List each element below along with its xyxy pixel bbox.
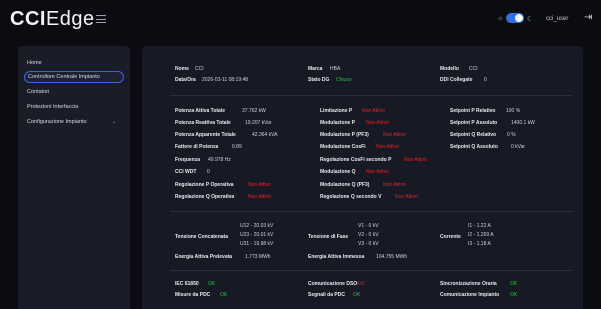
potenza-apparente-label: Potenza Apparente Totale bbox=[175, 132, 236, 138]
regolazione-cosfi-label: Regolazione CosFi secondo P bbox=[320, 157, 392, 163]
pdc-label: Misure da PDC bbox=[175, 292, 211, 298]
setpoint-p-abs-label: Setpoint P Assoluto bbox=[450, 120, 498, 126]
modulazione-cosfi-value: Non Attivo bbox=[376, 144, 399, 150]
ddi-value: 0 bbox=[484, 77, 487, 83]
energia-immessa-value: 104.755 MWh bbox=[376, 254, 408, 260]
i3-value: I3 - 1.18 A bbox=[468, 241, 491, 247]
limitazione-p-label: Limitazione P bbox=[320, 108, 353, 114]
dso-status: KO bbox=[357, 281, 365, 287]
tensione-concatenata-label: Tensione Concatenata bbox=[175, 234, 228, 240]
frequenza-value: 49.978 Hz bbox=[208, 157, 231, 163]
sync-status: OK bbox=[510, 281, 518, 287]
dataora-label: Data/Ora bbox=[175, 77, 196, 83]
u31-value: U31 - 19.98 kV bbox=[240, 241, 274, 247]
potenza-attiva-value: 37.762 kW bbox=[242, 108, 266, 114]
sidebar-item-protezioni-interfaccia[interactable]: Protezioni Interfaccia bbox=[24, 101, 124, 113]
regolazione-q-label: Regolazione Q Operativa bbox=[175, 194, 235, 200]
sun-icon: ☼ bbox=[497, 15, 504, 22]
statodg-value: Chiuso bbox=[336, 77, 352, 83]
logout-icon[interactable]: ⇥ bbox=[584, 12, 592, 23]
v3-value: V3 - 0 kV bbox=[358, 241, 379, 247]
tensione-fase-label: Tensione di Fase bbox=[308, 234, 349, 240]
pdc-status: OK bbox=[220, 292, 228, 298]
u12-value: U12 - 20.03 kV bbox=[240, 223, 274, 229]
app-logo[interactable]: CCIEdge bbox=[10, 8, 95, 31]
regolazione-q-value: Non Attivo bbox=[248, 194, 271, 200]
i1-value: I1 - 1.22 A bbox=[468, 223, 491, 229]
fattore-potenza-value: 0.89 bbox=[232, 144, 242, 150]
corrente-label: Corrente bbox=[440, 234, 461, 240]
chevron-down-icon: ⌄ bbox=[111, 119, 116, 125]
nome-label: Nome bbox=[175, 66, 189, 72]
theme-toggle[interactable] bbox=[506, 13, 524, 23]
impianto-label: Comunicazione Impianto bbox=[440, 292, 500, 298]
nome-value: CCI bbox=[195, 66, 204, 72]
username: cci_user bbox=[546, 16, 569, 22]
divider bbox=[170, 211, 572, 212]
sidebar-item-home[interactable]: Home bbox=[24, 57, 124, 69]
modulazione-p-label: Modulazione P bbox=[320, 120, 355, 126]
setpoint-p-rel-label: Setpoint P Relativo bbox=[450, 108, 496, 114]
setpoint-q-abs-label: Setpoint Q Assoluto bbox=[450, 144, 498, 150]
regolazione-q-v-value: Non Attivo bbox=[395, 194, 418, 200]
modulazione-q-label: Modulazione Q bbox=[320, 169, 356, 175]
cci-wdt-value: 0 bbox=[207, 169, 210, 175]
sync-label: Sincronizzazione Oraria bbox=[440, 281, 497, 287]
setpoint-q-rel-label: Setpoint Q Relativo bbox=[450, 132, 497, 138]
u23-value: U23 - 20.01 kV bbox=[240, 232, 274, 238]
energia-prelevata-value: 1.773 MWh bbox=[245, 254, 271, 260]
setpoint-p-rel-value: 100 % bbox=[506, 108, 521, 114]
setpoint-p-abs-value: 1400.1 kW bbox=[511, 120, 535, 126]
modulazione-q-pf3-label: Modulazione Q (PF3) bbox=[320, 182, 370, 188]
dataora-value: 2026-03-11 08:19:48 bbox=[202, 77, 249, 83]
potenza-apparente-value: 42.364 kVA bbox=[252, 132, 278, 138]
iec-status: OK bbox=[208, 281, 216, 287]
sidebar-item-configurazione-impianto[interactable]: Configurazione Impianto ⌄ bbox=[24, 116, 124, 128]
regolazione-cosfi-value: Non Attivo bbox=[404, 157, 427, 163]
limitazione-p-value: Non Attivo bbox=[362, 108, 385, 114]
segnali-label: Segnali da PDC bbox=[308, 292, 345, 298]
modulazione-p-pf3-value: Non Attivo bbox=[383, 132, 406, 138]
regolazione-p-label: Regolazione P Operativa bbox=[175, 182, 234, 188]
divider bbox=[170, 95, 572, 96]
setpoint-q-abs-value: 0 kVar bbox=[511, 144, 526, 150]
segnali-status: OK bbox=[353, 292, 361, 298]
modulazione-p-value: Non Attivo bbox=[366, 120, 389, 126]
potenza-reattiva-label: Potenza Reattiva Totale bbox=[175, 120, 231, 126]
modulazione-p-pf3-label: Modulazione P (PF3) bbox=[320, 132, 369, 138]
marca-value: HBA bbox=[330, 66, 341, 72]
top-bar: CCIEdge ☼ ☾ cci_user ⇥ bbox=[0, 0, 601, 40]
sidebar-item-contatori[interactable]: Contatori bbox=[24, 86, 124, 98]
ddi-label: DDI Collegate bbox=[440, 77, 473, 83]
potenza-attiva-label: Potenza Attiva Totale bbox=[175, 108, 226, 114]
i2-value: I2 - 1.269 A bbox=[468, 232, 494, 238]
potenza-reattiva-value: 19.207 kVar bbox=[245, 120, 272, 126]
energia-prelevata-label: Energia Attiva Prelevata bbox=[175, 254, 233, 260]
cci-wdt-label: CCI WDT bbox=[175, 169, 197, 175]
regolazione-p-value: Non Attivo bbox=[248, 182, 271, 188]
hamburger-menu-icon[interactable] bbox=[96, 15, 106, 23]
divider bbox=[170, 270, 572, 271]
moon-icon: ☾ bbox=[527, 16, 534, 23]
impianto-status: OK bbox=[510, 292, 518, 298]
statodg-label: Stato DG bbox=[308, 77, 330, 83]
frequenza-label: Frequenza bbox=[175, 157, 201, 163]
modulazione-q-value: Non Attivo bbox=[366, 169, 389, 175]
iec-label: IEC 61850 bbox=[175, 281, 199, 287]
fattore-potenza-label: Fattore di Potenza bbox=[175, 144, 219, 150]
modello-value: CCI bbox=[469, 66, 478, 72]
modulazione-q-pf3-value: Non Attivo bbox=[383, 182, 406, 188]
marca-label: Marca bbox=[308, 66, 323, 72]
setpoint-q-rel-value: 0 % bbox=[507, 132, 516, 138]
modulazione-cosfi-label: Modulazione CosFi bbox=[320, 144, 366, 150]
sidebar-item-controllore-centrale-impianto[interactable]: Controllore Centrale Impianto bbox=[24, 71, 124, 83]
sidebar: Home Controllore Centrale Impianto Conta… bbox=[18, 46, 130, 309]
regolazione-q-v-label: Regolazione Q secondo V bbox=[320, 194, 382, 200]
energia-immessa-label: Energia Attiva Immessa bbox=[308, 254, 365, 260]
v2-value: V2 - 0 kV bbox=[358, 232, 379, 238]
dso-label: Comunicazione DSO bbox=[308, 281, 358, 287]
modello-label: Modello bbox=[440, 66, 459, 72]
v1-value: V1 - 0 kV bbox=[358, 223, 379, 229]
